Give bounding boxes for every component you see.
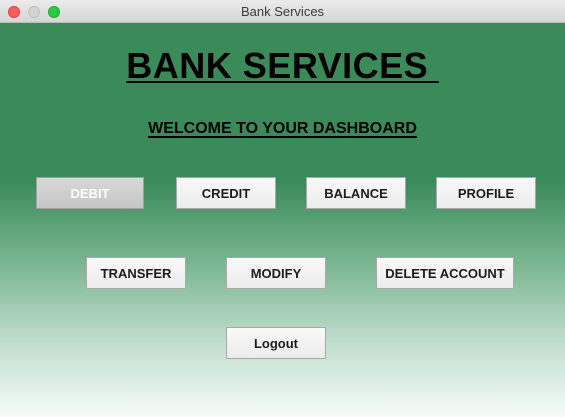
page-title-text: BANK SERVICES bbox=[126, 45, 439, 86]
delete-account-button[interactable]: DELETE ACCOUNT bbox=[376, 257, 514, 289]
title-bar[interactable]: Bank Services bbox=[0, 0, 565, 23]
app-window: Bank Services BANK SERVICES WELCOME TO Y… bbox=[0, 0, 565, 417]
welcome-label-text: WELCOME TO YOUR DASHBOARD bbox=[148, 120, 417, 137]
dashboard-panel: BANK SERVICES WELCOME TO YOUR DASHBOARD … bbox=[0, 23, 565, 417]
credit-button[interactable]: CREDIT bbox=[176, 177, 276, 209]
modify-button[interactable]: MODIFY bbox=[226, 257, 326, 289]
debit-button[interactable]: DEBIT bbox=[36, 177, 144, 209]
logout-button[interactable]: Logout bbox=[226, 327, 326, 359]
page-title: BANK SERVICES bbox=[0, 45, 565, 87]
profile-button[interactable]: PROFILE bbox=[436, 177, 536, 209]
window-title: Bank Services bbox=[240, 4, 325, 19]
balance-button[interactable]: BALANCE bbox=[306, 177, 406, 209]
welcome-label: WELCOME TO YOUR DASHBOARD bbox=[0, 120, 565, 138]
transfer-button[interactable]: TRANSFER bbox=[86, 257, 186, 289]
